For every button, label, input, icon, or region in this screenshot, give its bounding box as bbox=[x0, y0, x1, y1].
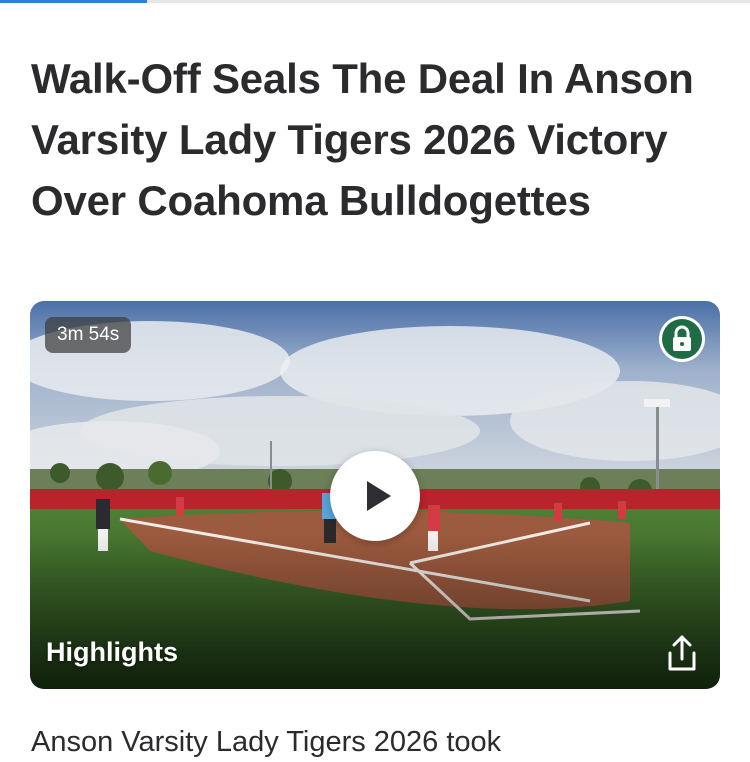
reading-progress-fill bbox=[0, 0, 147, 3]
share-button[interactable] bbox=[660, 631, 704, 675]
video-player[interactable]: 3m 54s Highlights bbox=[30, 301, 720, 689]
lock-icon bbox=[659, 316, 705, 362]
article-body-preview: Anson Varsity Lady Tigers 2026 took bbox=[31, 726, 502, 758]
video-label: Highlights bbox=[46, 637, 178, 667]
video-duration-badge: 3m 54s bbox=[45, 317, 132, 353]
reading-progress-track bbox=[0, 0, 750, 3]
article-title: Walk-Off Seals The Deal In Anson Varsity… bbox=[31, 55, 694, 224]
share-icon bbox=[668, 635, 696, 671]
play-button[interactable] bbox=[330, 451, 420, 541]
play-icon bbox=[367, 481, 391, 511]
